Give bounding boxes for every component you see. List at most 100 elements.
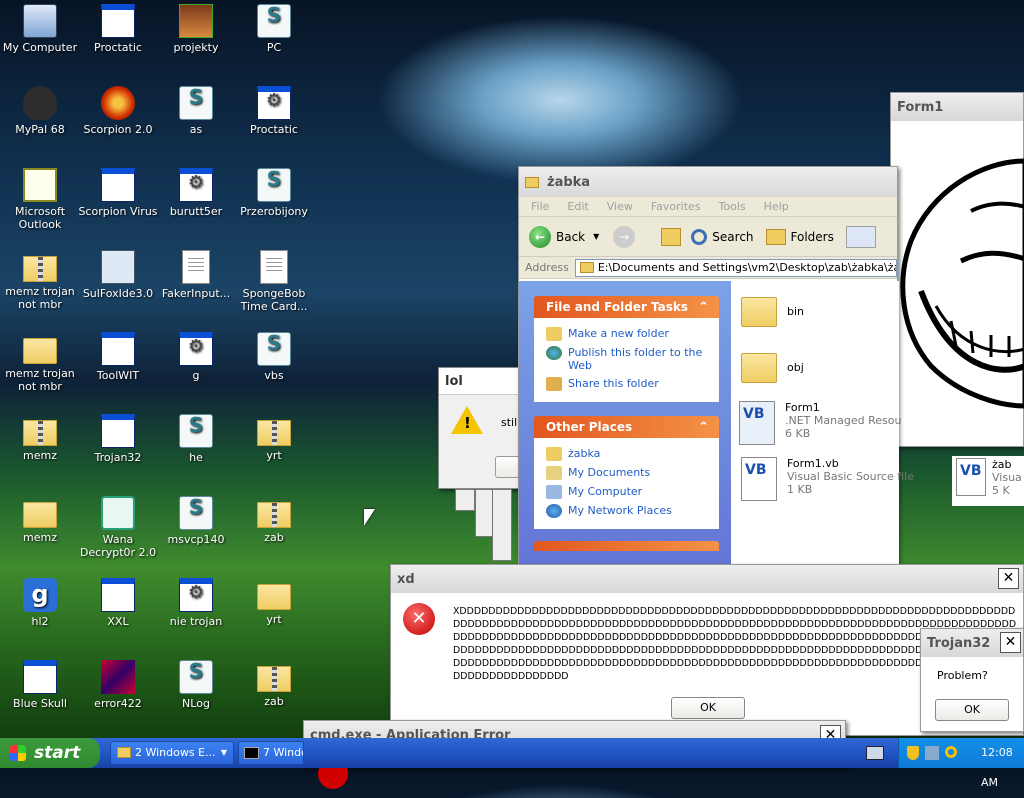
file-zab[interactable]: żabVisua5 K bbox=[952, 456, 1024, 506]
desktop-icon[interactable]: yrt bbox=[234, 414, 314, 462]
desktop-icon[interactable]: zab bbox=[234, 496, 314, 544]
desktop-icon[interactable]: projekty bbox=[156, 4, 236, 54]
desktop-icon[interactable]: Trojan32 bbox=[78, 414, 158, 464]
forward-button[interactable]: → bbox=[613, 225, 636, 248]
other-places-header[interactable]: Other Places bbox=[534, 416, 719, 439]
desktop-icon[interactable]: SpongeBob Time Card... bbox=[234, 250, 314, 313]
desktop-icon-label: XXL bbox=[107, 615, 129, 628]
desktop-icon-label: nie trojan bbox=[169, 615, 223, 628]
desktop-icon[interactable]: XXL bbox=[78, 578, 158, 628]
desktop-icon[interactable]: memz bbox=[0, 496, 80, 544]
menu-file[interactable]: File bbox=[531, 200, 549, 213]
desktop-icon-label: FakerInput... bbox=[161, 287, 231, 300]
address-input[interactable]: E:\Documents and Settings\vm2\Desktop\za… bbox=[574, 258, 897, 277]
desktop-icon[interactable]: error422 bbox=[78, 660, 158, 710]
desktop-icon[interactable]: MyPal 68 bbox=[0, 86, 80, 136]
explorer-window[interactable]: żabka File Edit View Favorites Tools Hel… bbox=[518, 166, 914, 567]
taskbar-explorer-group[interactable]: 2 Windows E... ▼ bbox=[110, 741, 234, 765]
desktop-icon[interactable]: memz bbox=[0, 414, 80, 462]
xd-close-button[interactable]: ✕ bbox=[998, 568, 1019, 589]
taskbar-cmd-group[interactable]: 7 Windo bbox=[238, 741, 304, 765]
desktop-icon-label: hl2 bbox=[31, 615, 49, 628]
desktop-icon[interactable]: memz trojan not mbr bbox=[0, 332, 80, 393]
desktop-icon[interactable]: PC bbox=[234, 4, 314, 54]
desktop-icon[interactable]: Scorpion Virus bbox=[78, 168, 158, 218]
network-icon bbox=[546, 504, 562, 518]
file-form1-resx[interactable]: Form1.NET Managed Resou6 KB bbox=[739, 401, 901, 445]
desktop-icon[interactable]: g hl2 bbox=[0, 578, 80, 628]
desktop-icon[interactable]: vbs bbox=[234, 332, 314, 382]
desktop-icon[interactable]: zab bbox=[234, 660, 314, 708]
start-button[interactable]: start bbox=[0, 738, 100, 768]
desktop-icon[interactable]: memz trojan not mbr bbox=[0, 250, 80, 311]
lol-title: lol bbox=[445, 373, 463, 389]
xd-titlebar[interactable]: xd bbox=[391, 565, 1023, 593]
place-zabka-link[interactable]: żabka bbox=[546, 447, 719, 461]
trojan32-close-button[interactable]: ✕ bbox=[1000, 632, 1021, 653]
desktop-icon[interactable]: g bbox=[156, 332, 236, 382]
back-button[interactable]: ← Back ▼ bbox=[529, 225, 599, 248]
desktop-icon[interactable]: NLog bbox=[156, 660, 236, 710]
up-folder-icon[interactable] bbox=[661, 227, 682, 246]
details-panel-header[interactable] bbox=[534, 541, 719, 551]
desktop-icon[interactable]: Proctatic bbox=[234, 86, 314, 136]
views-button[interactable] bbox=[845, 225, 876, 248]
desktop-icon[interactable]: he bbox=[156, 414, 236, 464]
form1-titlebar[interactable]: Form1 bbox=[891, 93, 1023, 121]
publish-folder-link[interactable]: Publish this folder to the Web bbox=[546, 346, 719, 372]
desktop-icon[interactable]: msvcp140 bbox=[156, 496, 236, 546]
back-dropdown-icon[interactable]: ▼ bbox=[593, 232, 599, 241]
menu-view[interactable]: View bbox=[607, 200, 633, 213]
desktop-icon[interactable]: ToolWIT bbox=[78, 332, 158, 382]
folders-button[interactable]: Folders bbox=[765, 228, 834, 245]
scroll-icon bbox=[257, 168, 291, 202]
folder-icon bbox=[257, 584, 291, 610]
desktop-icon[interactable]: Wana Decrypt0r 2.0 bbox=[78, 496, 158, 559]
file-obj[interactable]: obj bbox=[741, 353, 804, 383]
desktop-icon[interactable]: yrt bbox=[234, 578, 314, 626]
quick-icon[interactable] bbox=[866, 746, 884, 760]
menu-favorites[interactable]: Favorites bbox=[651, 200, 701, 213]
desktop-icon[interactable]: My Computer bbox=[0, 4, 80, 54]
file-folder-tasks-header[interactable]: File and Folder Tasks bbox=[534, 296, 719, 319]
place-my-computer-link[interactable]: My Computer bbox=[546, 485, 719, 499]
windows-flag-icon bbox=[10, 745, 26, 761]
explorer-titlebar[interactable]: żabka bbox=[519, 167, 897, 197]
gear-icon bbox=[257, 86, 291, 120]
menu-tools[interactable]: Tools bbox=[719, 200, 746, 213]
desktop-icon[interactable]: Blue Skull bbox=[0, 660, 80, 710]
menu-help[interactable]: Help bbox=[764, 200, 789, 213]
desktop-icon[interactable]: Przerobijony bbox=[234, 168, 314, 218]
network-icon[interactable] bbox=[925, 746, 939, 760]
folder-icon bbox=[546, 447, 562, 461]
desktop-icon-label: msvcp140 bbox=[167, 533, 225, 546]
lol-window[interactable]: lol ! still bbox=[438, 367, 529, 489]
desktop-icon[interactable]: FakerInput... bbox=[156, 250, 236, 300]
file-form1-vb[interactable]: Form1.vbVisual Basic Source file1 KB bbox=[741, 457, 914, 501]
desktop-icon[interactable]: SulFoxIde3.0 bbox=[78, 250, 158, 300]
file-bin[interactable]: bin bbox=[741, 297, 804, 327]
toolbar: ← Back ▼ → Search Folders bbox=[519, 217, 897, 257]
xd-ok-button[interactable]: OK bbox=[671, 697, 745, 719]
desktop-icon[interactable]: as bbox=[156, 86, 236, 136]
trojan32-dialog[interactable]: Trojan32 ✕ Problem? OK bbox=[920, 628, 1024, 732]
place-my-network-link[interactable]: My Network Places bbox=[546, 504, 719, 518]
place-my-documents-link[interactable]: My Documents bbox=[546, 466, 719, 480]
desktop-icon[interactable]: nie trojan bbox=[156, 578, 236, 628]
menu-edit[interactable]: Edit bbox=[567, 200, 588, 213]
make-new-folder-link[interactable]: Make a new folder bbox=[546, 327, 719, 341]
share-folder-link[interactable]: Share this folder bbox=[546, 377, 719, 391]
documents-icon bbox=[546, 466, 562, 480]
form1-window[interactable]: Form1 bbox=[890, 92, 1024, 447]
lol-titlebar[interactable]: lol bbox=[439, 368, 527, 395]
desktop-icon[interactable]: Proctatic bbox=[78, 4, 158, 54]
folder-icon bbox=[741, 353, 777, 383]
desktop-icon[interactable]: burutt5er bbox=[156, 168, 236, 218]
desktop-icon[interactable]: Scorpion 2.0 bbox=[78, 86, 158, 136]
trojan32-ok-button[interactable]: OK bbox=[935, 699, 1009, 721]
search-icon[interactable] bbox=[945, 746, 957, 758]
search-button[interactable]: Search bbox=[691, 228, 754, 245]
task-pane: File and Folder Tasks Make a new folder … bbox=[519, 281, 731, 567]
security-shield-icon[interactable] bbox=[907, 746, 919, 760]
desktop-icon[interactable]: Microsoft Outlook bbox=[0, 168, 80, 231]
